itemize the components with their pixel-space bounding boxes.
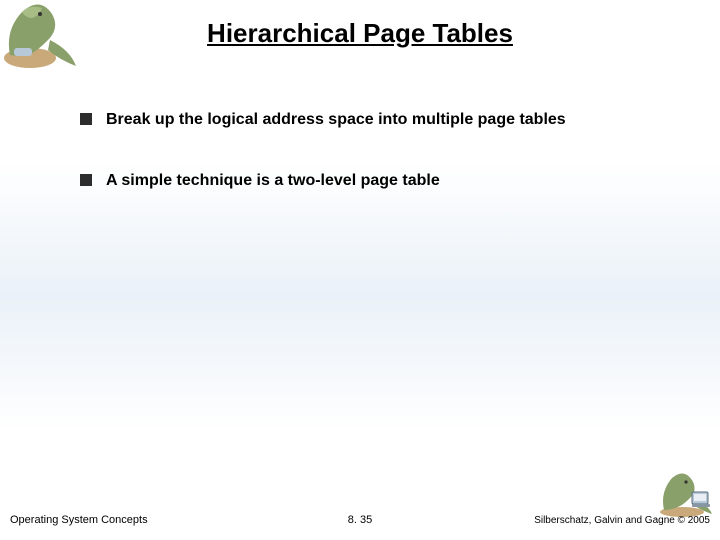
content-area: Break up the logical address space into … xyxy=(80,110,680,232)
slide: Hierarchical Page Tables Break up the lo… xyxy=(0,0,720,540)
bullet-text: Break up the logical address space into … xyxy=(106,110,566,131)
square-bullet-icon xyxy=(80,113,92,125)
footer: Operating System Concepts 8. 35 Silbersc… xyxy=(0,504,720,530)
bullet-text: A simple technique is a two-level page t… xyxy=(106,171,440,192)
bullet-item: Break up the logical address space into … xyxy=(80,110,680,131)
bullet-item: A simple technique is a two-level page t… xyxy=(80,171,680,192)
slide-title: Hierarchical Page Tables xyxy=(0,18,720,49)
square-bullet-icon xyxy=(80,174,92,186)
footer-copyright: Silberschatz, Galvin and Gagne © 2005 xyxy=(534,515,710,526)
